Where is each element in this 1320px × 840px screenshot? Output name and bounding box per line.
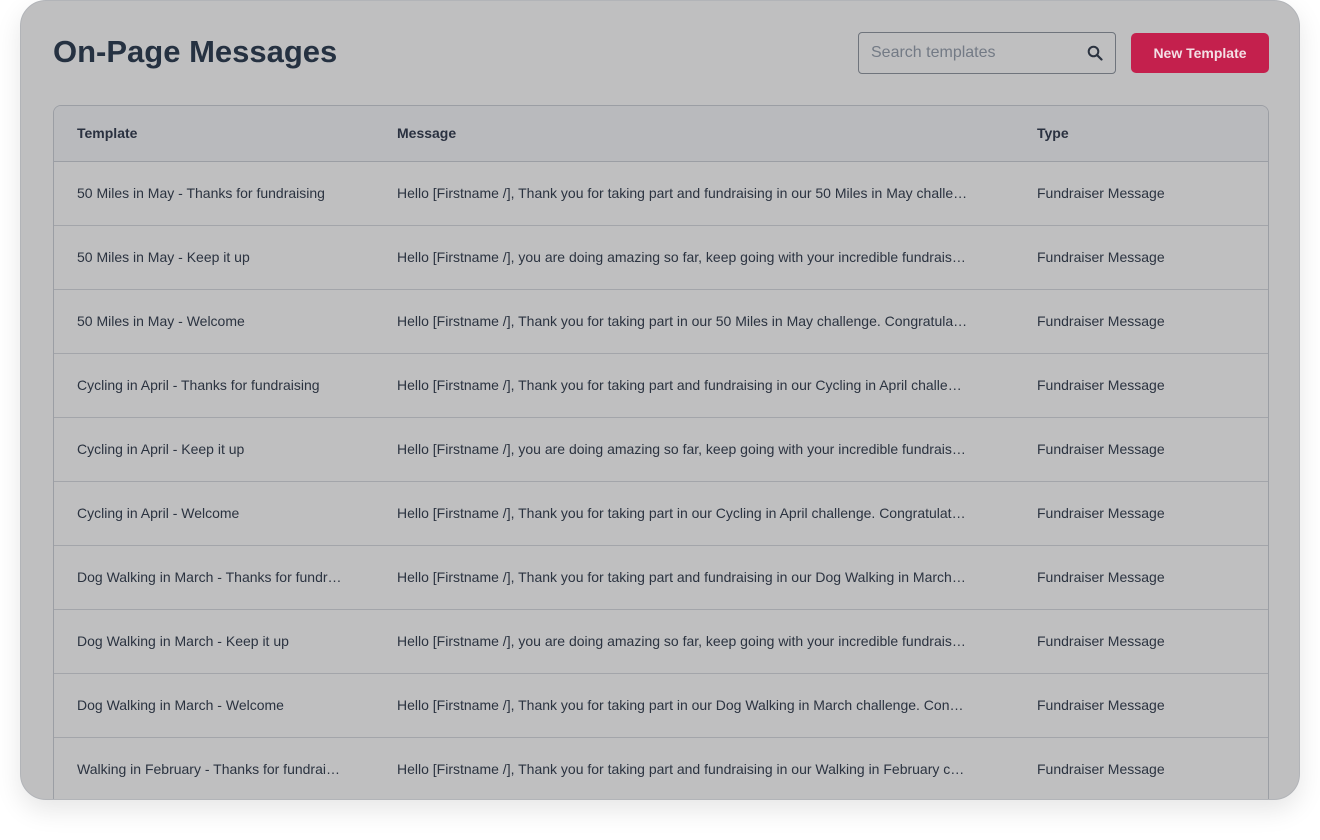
message-cell: Hello [Firstname /], you are doing amazi… xyxy=(374,609,1014,674)
table-row[interactable]: Cycling in April - Thanks for fundraisin… xyxy=(54,353,1268,418)
type-cell: Fundraiser Message xyxy=(1014,225,1268,290)
table-row[interactable]: Dog Walking in March - Keep it up Hello … xyxy=(54,609,1268,674)
type-cell: Fundraiser Message xyxy=(1014,353,1268,418)
message-cell: Hello [Firstname /], Thank you for takin… xyxy=(374,481,1014,546)
table-row[interactable]: Walking in February - Thanks for fundrai… xyxy=(54,737,1268,799)
message-cell: Hello [Firstname /], Thank you for takin… xyxy=(374,737,1014,799)
table-row[interactable]: Cycling in April - Welcome Hello [Firstn… xyxy=(54,481,1268,546)
type-cell: Fundraiser Message xyxy=(1014,737,1268,799)
table-row[interactable]: Cycling in April - Keep it up Hello [Fir… xyxy=(54,417,1268,482)
template-cell: 50 Miles in May - Thanks for fundraising xyxy=(54,161,374,226)
template-cell: Cycling in April - Keep it up xyxy=(54,417,374,482)
template-cell: Cycling in April - Thanks for fundraisin… xyxy=(54,353,374,418)
search-icon[interactable] xyxy=(1087,45,1103,61)
template-cell: Dog Walking in March - Welcome xyxy=(54,673,374,738)
template-cell: Dog Walking in March - Keep it up xyxy=(54,609,374,674)
column-header-template[interactable]: Template xyxy=(54,106,374,162)
type-cell: Fundraiser Message xyxy=(1014,417,1268,482)
search-box[interactable] xyxy=(858,32,1116,74)
table-header-row: Template Message Type xyxy=(54,106,1268,162)
message-cell: Hello [Firstname /], Thank you for takin… xyxy=(374,353,1014,418)
template-cell: Cycling in April - Welcome xyxy=(54,481,374,546)
template-cell: Dog Walking in March - Thanks for fundra… xyxy=(54,545,374,610)
type-cell: Fundraiser Message xyxy=(1014,161,1268,226)
column-header-type[interactable]: Type xyxy=(1014,106,1268,162)
messages-card: On-Page Messages New Template Template M… xyxy=(20,0,1300,800)
message-cell: Hello [Firstname /], Thank you for takin… xyxy=(374,545,1014,610)
table-row[interactable]: 50 Miles in May - Keep it up Hello [Firs… xyxy=(54,225,1268,290)
template-cell: 50 Miles in May - Welcome xyxy=(54,289,374,354)
template-cell: Walking in February - Thanks for fundrai… xyxy=(54,737,374,799)
message-cell: Hello [Firstname /], Thank you for takin… xyxy=(374,289,1014,354)
column-header-message[interactable]: Message xyxy=(374,106,1014,162)
page-title: On-Page Messages xyxy=(53,34,338,69)
type-cell: Fundraiser Message xyxy=(1014,609,1268,674)
table-row[interactable]: 50 Miles in May - Thanks for fundraising… xyxy=(54,161,1268,226)
type-cell: Fundraiser Message xyxy=(1014,673,1268,738)
templates-table: Template Message Type 50 Miles in May - … xyxy=(53,105,1269,799)
table-row[interactable]: Dog Walking in March - Thanks for fundra… xyxy=(54,545,1268,610)
new-template-button[interactable]: New Template xyxy=(1131,33,1269,73)
type-cell: Fundraiser Message xyxy=(1014,545,1268,610)
message-cell: Hello [Firstname /], Thank you for takin… xyxy=(374,673,1014,738)
type-cell: Fundraiser Message xyxy=(1014,481,1268,546)
template-cell: 50 Miles in May - Keep it up xyxy=(54,225,374,290)
message-cell: Hello [Firstname /], Thank you for takin… xyxy=(374,161,1014,226)
table-row[interactable]: Dog Walking in March - Welcome Hello [Fi… xyxy=(54,673,1268,738)
table-row[interactable]: 50 Miles in May - Welcome Hello [Firstna… xyxy=(54,289,1268,354)
message-cell: Hello [Firstname /], you are doing amazi… xyxy=(374,417,1014,482)
search-input[interactable] xyxy=(871,33,1081,73)
type-cell: Fundraiser Message xyxy=(1014,289,1268,354)
message-cell: Hello [Firstname /], you are doing amazi… xyxy=(374,225,1014,290)
